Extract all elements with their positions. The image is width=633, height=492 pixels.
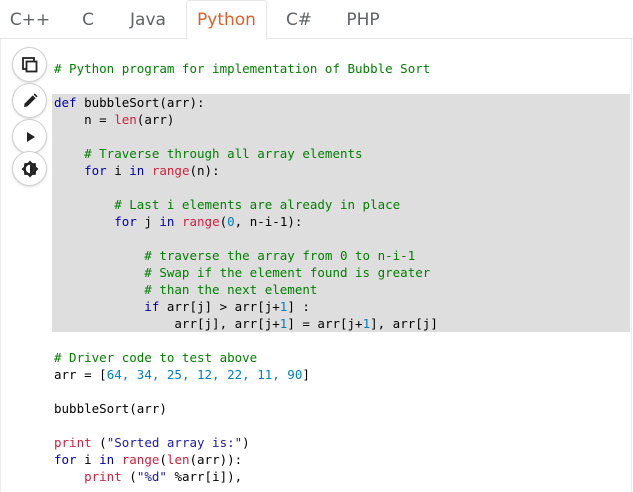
code-line: for i in range(n): — [54, 162, 220, 179]
code-number: 64, 34, 25, 12, 22, 11, 90 — [106, 367, 303, 382]
code-builtin: print — [84, 469, 122, 484]
code-comment: # Last i elements are already in place — [54, 197, 401, 212]
tab-php[interactable]: PHP — [335, 0, 391, 39]
tab-cpp[interactable]: C++ — [2, 0, 58, 39]
code-text: ] — [302, 367, 310, 382]
code-text: ] : — [287, 299, 310, 314]
theme-icon — [20, 159, 40, 179]
code-text: (arr)): — [189, 452, 243, 467]
code-text: ( — [219, 214, 228, 229]
run-icon — [22, 129, 38, 145]
code-text: ( — [91, 435, 107, 450]
code-builtin: len — [166, 452, 190, 467]
code-line: n = len(arr) — [54, 111, 174, 128]
code-comment: # Python program for implementation of B… — [54, 61, 431, 76]
code-keyword: if — [54, 299, 160, 314]
code-text: arr[j] > arr[j+ — [159, 299, 280, 314]
code-text: arr = [ — [54, 367, 107, 382]
code-keyword: for — [54, 452, 77, 467]
code-comment: # Swap if the element found is greater — [54, 265, 431, 280]
code-comment: # Traverse through all array elements — [54, 146, 363, 161]
code-keyword: in — [159, 214, 175, 229]
code-text: i — [106, 163, 130, 178]
code-string: "Sorted array is:" — [106, 435, 243, 450]
copy-icon — [21, 56, 39, 74]
code-text: ( — [121, 469, 137, 484]
code-line: for j in range(0, n-i-1): — [54, 213, 302, 230]
code-line: # Last i elements are already in place — [54, 196, 400, 213]
code-line: # traverse the array from 0 to n-i-1 — [54, 247, 415, 264]
tab-python[interactable]: Python — [186, 0, 267, 40]
code-line: # Traverse through all array elements — [54, 145, 363, 162]
tab-c[interactable]: C — [62, 0, 114, 39]
code-text: ) — [242, 435, 250, 450]
code-line: arr[j], arr[j+1] = arr[j+1], arr[j] — [54, 315, 438, 332]
code-number: 1 — [362, 316, 371, 331]
code-builtin: range — [151, 163, 190, 178]
code-line: print ("%d" %arr[i]), — [54, 468, 242, 485]
code-text: ], arr[j] — [370, 316, 438, 331]
run-button[interactable] — [13, 120, 46, 153]
code-text: bubbleSort(arr) — [54, 401, 167, 416]
copy-button[interactable] — [13, 48, 46, 81]
code-line: def bubbleSort(arr): — [54, 94, 205, 111]
code-string: "%d" — [136, 469, 167, 484]
code-line: print ("Sorted array is:") — [54, 434, 250, 451]
code-text: i — [76, 452, 100, 467]
code-text: ] = arr[j+ — [287, 316, 363, 331]
code-builtin: print — [54, 435, 92, 450]
code-line: arr = [64, 34, 25, 12, 22, 11, 90] — [54, 366, 310, 383]
code-text: (n): — [189, 163, 220, 178]
code-builtin: range — [121, 452, 160, 467]
code-line: bubbleSort(arr) — [54, 400, 167, 417]
code-line: for i in range(len(arr)): — [54, 451, 242, 468]
code-keyword: for — [54, 163, 107, 178]
code-comment: # than the next element — [54, 282, 318, 297]
code-line: if arr[j] > arr[j+1] : — [54, 298, 310, 315]
code-line: # Python program for implementation of B… — [54, 60, 430, 77]
code-text: (arr) — [136, 112, 175, 127]
code-text: bubbleSort(arr): — [76, 95, 205, 110]
code-keyword: in — [99, 452, 115, 467]
code-text: n = — [54, 112, 115, 127]
code-text: arr[j], arr[j+ — [54, 316, 280, 331]
tab-java[interactable]: Java — [118, 0, 178, 39]
code-builtin: len — [114, 112, 137, 127]
code-keyword: def — [54, 95, 77, 110]
edit-icon — [21, 92, 39, 110]
edit-button[interactable] — [13, 84, 46, 117]
code-builtin: range — [181, 214, 220, 229]
code-text: , n-i-1): — [234, 214, 303, 229]
code-number: 0 — [227, 214, 235, 229]
code-keyword: in — [129, 163, 145, 178]
tab-csharp[interactable]: C# — [275, 0, 323, 39]
language-tab-bar: C++ C Java Python C# PHP — [0, 0, 633, 40]
theme-toggle-button[interactable] — [13, 152, 46, 185]
code-text: j — [136, 214, 160, 229]
code-text: %arr[i]), — [166, 469, 243, 484]
code-comment: # Driver code to test above — [54, 350, 258, 365]
code-line: # than the next element — [54, 281, 317, 298]
code-line: # Driver code to test above — [54, 349, 257, 366]
code-text: ( — [159, 452, 167, 467]
code-line: # Swap if the element found is greater — [54, 264, 430, 281]
code-keyword: for — [54, 214, 137, 229]
code-comment: # traverse the array from 0 to n-i-1 — [54, 248, 416, 263]
